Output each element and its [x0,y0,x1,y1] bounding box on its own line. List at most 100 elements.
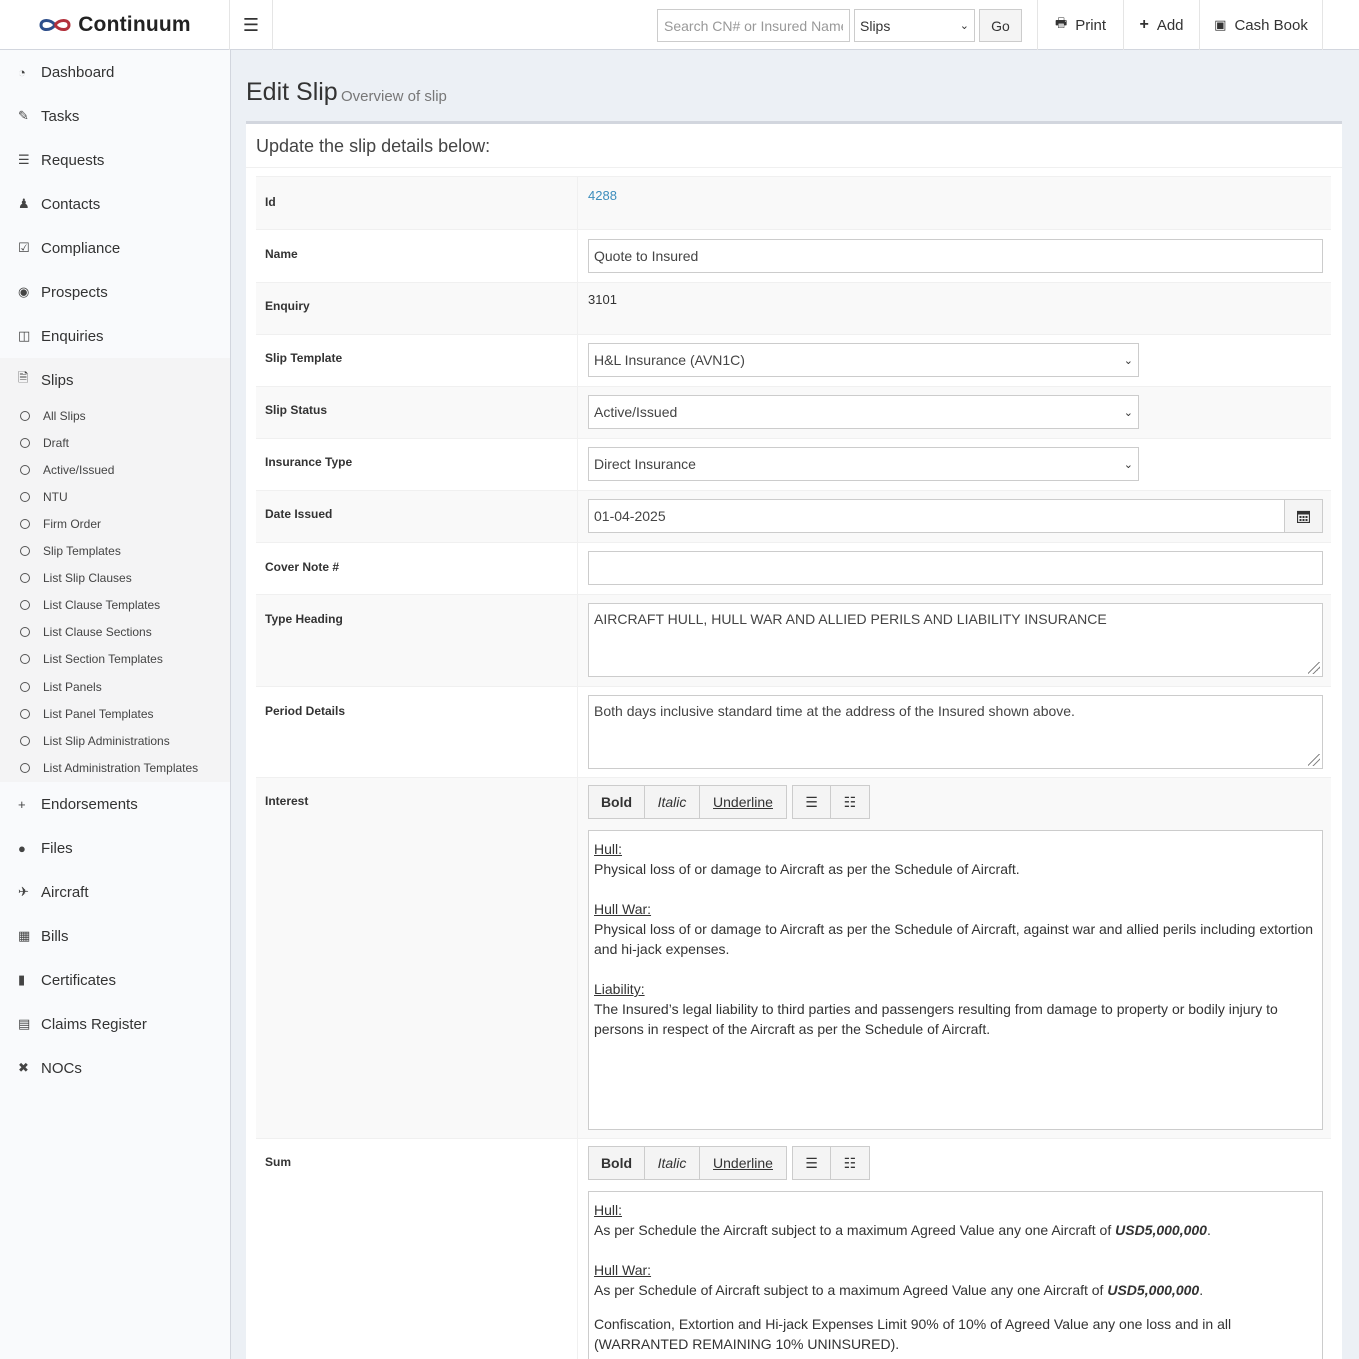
sidebar-subitem-ntu[interactable]: NTU [0,483,230,510]
sidebar-subitem-label: List Slip Clauses [43,571,132,586]
sum-war-value: USD5,000,000 [1107,1282,1200,1298]
sidebar-subitem-all-slips[interactable]: All Slips [0,402,230,429]
sidebar-item-dashboard[interactable]: ◔ Dashboard [0,50,230,94]
sidebar-subitem-label: Firm Order [43,516,101,531]
name-field[interactable]: Quote to Insured [588,239,1323,273]
sidebar-subitem-list-slip-administrations[interactable]: List Slip Administrations [0,727,230,754]
list-icon: ☰ [18,152,30,167]
dashboard-icon: ◔ [18,64,26,80]
search-type-select[interactable]: Slips ⌄ [854,9,975,42]
print-button[interactable]: 🖶 Print [1037,0,1123,50]
sidebar-item-aircraft[interactable]: ✈ Aircraft [0,870,230,914]
circle-icon [20,573,30,584]
sidebar-item-files[interactable]: ● Files [0,826,230,870]
circle-icon [20,437,30,448]
date-issued-field[interactable]: 01-04-2025 [588,499,1285,533]
bold-button[interactable]: Bold [589,1147,645,1179]
search-input[interactable] [657,9,850,42]
plus-icon: + [1139,16,1149,33]
sidebar-subitem-list-clause-sections[interactable]: List Clause Sections [0,619,230,646]
sum-hull-heading: Hull: [594,1202,623,1218]
sidebar-subitem-list-slip-clauses[interactable]: List Slip Clauses [0,565,230,592]
sidebar-item-nocs[interactable]: ✖ NOCs [0,1046,230,1090]
sidebar-item-label: Bills [41,927,69,945]
cash-book-button[interactable]: ▣ Cash Book [1199,0,1323,50]
sidebar-toggle-button[interactable]: ☰ [230,0,273,50]
sidebar-subitem-label: Active/Issued [43,462,115,477]
sidebar-item-endorsements[interactable]: + Endorsements [0,782,230,826]
sidebar-subitem-label: List Clause Sections [43,625,152,640]
sidebar-item-contacts[interactable]: ♟ Contacts [0,182,230,226]
sum-editor[interactable]: Hull: As per Schedule the Aircraft subje… [588,1191,1323,1359]
underline-button[interactable]: Underline [700,1147,786,1179]
sidebar-subitem-list-administration-templates[interactable]: List Administration Templates [0,754,230,781]
sidebar-item-tasks[interactable]: ✎ Tasks [0,94,230,138]
bold-button[interactable]: Bold [589,786,645,818]
sidebar-item-label: NOCs [41,1059,82,1077]
enquiry-value: 3101 [588,292,617,307]
sidebar-subitem-label: NTU [43,489,68,504]
sidebar-item-certificates[interactable]: ▮ Certificates [0,958,230,1002]
logo[interactable]: Continuum [0,0,230,50]
sum-toolbar: Bold Italic Underline ☰ ☷ [588,1146,875,1180]
numbered-list-button[interactable]: ☷ [831,786,869,818]
add-button[interactable]: + Add [1123,0,1199,50]
check-square-icon: ☑ [18,240,30,255]
sidebar-subitem-firm-order[interactable]: Firm Order [0,510,230,537]
sidebar-subitem-list-panels[interactable]: List Panels [0,673,230,700]
italic-button[interactable]: Italic [645,1147,700,1179]
sidebar-item-slips[interactable]: 🗎 Slips [0,358,230,402]
sidebar-item-requests[interactable]: ☰ Requests [0,138,230,182]
globe-icon: ● [18,840,26,856]
inbox-icon: ◫ [18,328,31,343]
circle-icon [20,681,30,692]
period-details-textarea[interactable]: Both days inclusive standard time at the… [588,695,1323,769]
resize-handle[interactable] [1308,662,1320,674]
bulleted-list-button[interactable]: ☰ [793,1147,831,1179]
circle-icon [20,518,30,529]
row-id: Id 4288 [256,176,1331,229]
row-slip-status: Slip Status Active/Issued ⌄ [256,386,1331,438]
slip-template-select[interactable]: H&L Insurance (AVN1C) ⌄ [588,343,1139,377]
sidebar-subitem-list-section-templates[interactable]: List Section Templates [0,646,230,673]
underline-button[interactable]: Underline [700,786,786,818]
sidebar-subitem-label: Draft [43,435,70,450]
row-sum: Sum Bold Italic Underline ☰ ☷ Hull: As p… [256,1138,1331,1359]
sidebar-item-bills[interactable]: ▦ Bills [0,914,230,958]
sidebar-subitem-slip-templates[interactable]: Slip Templates [0,538,230,565]
chevron-down-icon: ⌄ [1123,354,1133,367]
chevron-down-icon: ⌄ [1123,458,1133,471]
sidebar-subitem-draft[interactable]: Draft [0,429,230,456]
italic-button[interactable]: Italic [645,786,700,818]
id-link[interactable]: 4288 [588,188,617,203]
medkit-icon: ▤ [18,1016,31,1031]
sidebar-item-label: Enquiries [41,327,104,345]
numbered-list-button[interactable]: ☷ [831,1147,869,1179]
bulleted-list-button[interactable]: ☰ [793,786,831,818]
calendar-button[interactable] [1284,499,1323,533]
binoculars-icon: ◉ [18,284,30,299]
interest-editor[interactable]: Hull: Physical loss of or damage to Airc… [588,830,1323,1130]
row-interest: Interest Bold Italic Underline ☰ ☷ Hull:… [256,777,1331,1138]
cover-note-field[interactable] [588,551,1323,585]
sum-war-heading: Hull War: [594,1262,652,1278]
cash-book-label: Cash Book [1234,16,1308,34]
sidebar-item-compliance[interactable]: ☑ Compliance [0,226,230,270]
sidebar-item-claims-register[interactable]: ▤ Claims Register [0,1002,230,1046]
type-heading-textarea[interactable]: AIRCRAFT HULL, HULL WAR AND ALLIED PERIL… [588,603,1323,677]
app-name: Continuum [78,13,191,36]
sidebar-subitem-list-panel-templates[interactable]: List Panel Templates [0,700,230,727]
insurance-type-select[interactable]: Direct Insurance ⌄ [588,447,1139,481]
sidebar-subitem-list-clause-templates[interactable]: List Clause Templates [0,592,230,619]
resize-handle[interactable] [1308,754,1320,766]
sidebar-item-prospects[interactable]: ◉ Prospects [0,270,230,314]
slip-status-select[interactable]: Active/Issued ⌄ [588,395,1139,429]
interest-hull-text: Physical loss of or damage to Aircraft a… [594,861,1020,877]
sidebar-item-label: Files [41,839,73,857]
sidebar-item-enquiries[interactable]: ◫ Enquiries [0,314,230,358]
sidebar-item-label: Dashboard [41,63,115,81]
go-button[interactable]: Go [979,9,1022,42]
sidebar-subitem-active-issued[interactable]: Active/Issued [0,456,230,483]
row-date-issued: Date Issued 01-04-2025 [256,490,1331,542]
print-label: Print [1075,16,1107,34]
